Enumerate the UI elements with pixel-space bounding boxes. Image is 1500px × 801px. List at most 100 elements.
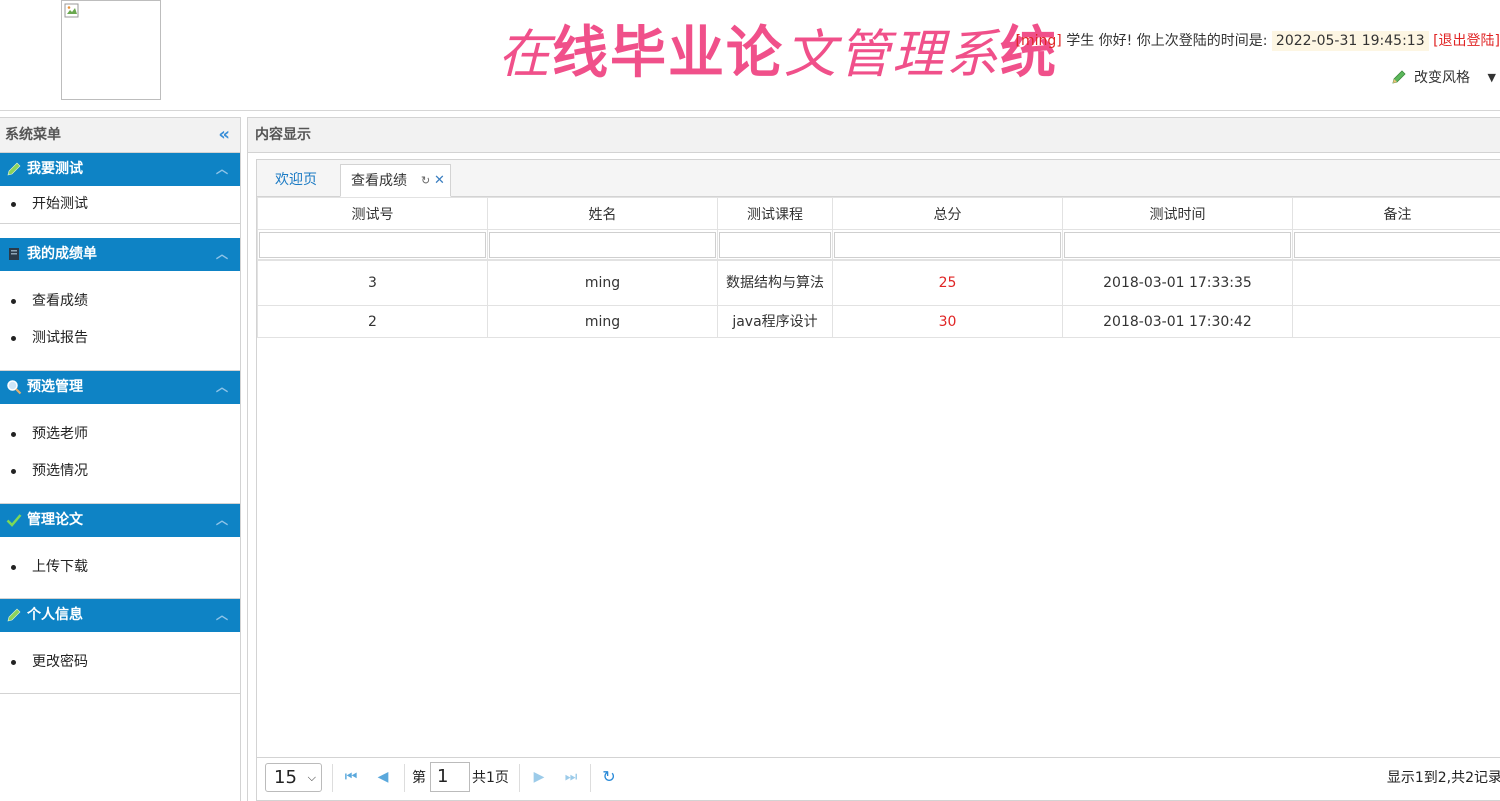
- tab-bar: 欢迎页 查看成绩 ↻ ✕: [257, 160, 1500, 197]
- menu-group-label: 个人信息: [27, 607, 83, 623]
- page-size-value: 15: [274, 767, 297, 788]
- column-header[interactable]: 姓名: [487, 197, 718, 230]
- menu-list: 查看成绩 测试报告: [0, 271, 240, 371]
- menu-group-thesis[interactable]: 管理论文 ︿: [0, 504, 240, 537]
- page-total: 共1页: [472, 770, 509, 786]
- column-header[interactable]: 总分: [832, 197, 1063, 230]
- chevron-down-icon: ⌵: [307, 771, 316, 784]
- pager-divider: [519, 764, 520, 792]
- filter-input[interactable]: [489, 231, 716, 258]
- menu-item-start-test[interactable]: 开始测试: [0, 186, 240, 223]
- menu-group-preselect[interactable]: 预选管理 ︿: [0, 371, 240, 404]
- tab-view-scores[interactable]: 查看成绩 ↻ ✕: [340, 164, 451, 197]
- caret-down-icon: ▼: [1487, 71, 1496, 84]
- chevron-up-icon[interactable]: ︿: [216, 238, 228, 271]
- cell-course: java程序设计: [717, 305, 833, 338]
- pager-divider: [590, 764, 591, 792]
- menu-item-view-scores[interactable]: 查看成绩: [0, 283, 240, 320]
- check-icon: [6, 514, 22, 527]
- user-name: [ming]: [1015, 33, 1062, 49]
- table-row[interactable]: 3 ming 数据结构与算法 25 2018-03-01 17:33:35: [257, 260, 1500, 306]
- filter-input[interactable]: [719, 231, 831, 258]
- content-title: 内容显示: [248, 117, 1500, 153]
- column-header[interactable]: 测试号: [257, 197, 488, 230]
- pager-divider: [404, 764, 405, 792]
- pager-divider: [332, 764, 333, 792]
- tab-welcome[interactable]: 欢迎页: [265, 164, 327, 197]
- menu-group-label: 预选管理: [27, 379, 83, 395]
- menu-group-scores[interactable]: 我的成绩单 ︿: [0, 238, 240, 271]
- filter-input[interactable]: [1294, 231, 1500, 258]
- chevron-up-icon[interactable]: ︿: [216, 504, 228, 537]
- pencil-icon: [7, 608, 21, 622]
- user-bar: [ming] 学生 你好! 你上次登陆的时间是: 2022-05-31 19:4…: [1016, 30, 1500, 54]
- menu-group-label: 我要测试: [27, 161, 83, 177]
- menu-group-test[interactable]: 我要测试 ︿: [0, 153, 240, 186]
- filter-row: [257, 229, 1500, 260]
- filter-input[interactable]: [1064, 231, 1291, 258]
- last-login-time: 2022-05-31 19:45:13: [1271, 31, 1429, 51]
- menu-list: 开始测试: [0, 186, 240, 224]
- menu-item-preselect-teacher[interactable]: 预选老师: [0, 416, 240, 453]
- site-title-part: 文管理系: [784, 25, 1001, 85]
- cell-test-id: 2: [257, 305, 488, 338]
- page-number-input[interactable]: 1: [430, 762, 470, 792]
- pagination-bar: 15 ⌵ ⏮ ◀ 第 1 共1页 ▶ ⏭ ↻ 显示1到2,共2记录: [257, 757, 1500, 797]
- reload-icon[interactable]: ↻: [421, 165, 430, 197]
- tab-label: 查看成绩: [351, 173, 407, 189]
- pencil-icon: [7, 162, 21, 176]
- first-page-icon[interactable]: ⏮: [342, 766, 360, 788]
- page-size-select[interactable]: 15 ⌵: [265, 763, 322, 792]
- pager-info: 显示1到2,共2记录: [1386, 770, 1500, 786]
- menu-item-upload-download[interactable]: 上传下载: [0, 549, 240, 586]
- menu-group-profile[interactable]: 个人信息 ︿: [0, 599, 240, 632]
- filter-input[interactable]: [834, 231, 1061, 258]
- cell-name: ming: [487, 260, 718, 306]
- site-title: 在线毕业论文管理系统: [498, 18, 1058, 90]
- sidebar-title: 系统菜单: [5, 127, 61, 143]
- last-page-icon[interactable]: ⏭: [562, 766, 580, 788]
- collapse-icon[interactable]: «: [218, 118, 230, 152]
- prev-page-icon[interactable]: ◀: [374, 766, 392, 788]
- menu-list: 预选老师 预选情况: [0, 404, 240, 504]
- pencil-icon: [1392, 70, 1406, 84]
- cell-score: 25: [832, 260, 1063, 306]
- refresh-icon[interactable]: ↻: [600, 766, 618, 788]
- column-header[interactable]: 备注: [1292, 197, 1500, 230]
- filter-input[interactable]: [259, 231, 486, 258]
- logout-link[interactable]: [退出登陆]: [1433, 33, 1500, 49]
- close-icon[interactable]: ✕: [434, 165, 445, 197]
- cell-time: 2018-03-01 17:33:35: [1062, 260, 1293, 306]
- logo-image: [61, 0, 161, 100]
- cell-course: 数据结构与算法: [717, 260, 833, 306]
- chevron-up-icon[interactable]: ︿: [216, 371, 228, 404]
- page-prefix: 第: [412, 770, 426, 786]
- sidebar: 系统菜单 « 我要测试 ︿ 开始测试 我的成绩单 ︿ 查看成绩 测试报告 预选管…: [0, 117, 241, 801]
- chevron-up-icon[interactable]: ︿: [216, 153, 228, 186]
- column-header[interactable]: 测试课程: [717, 197, 833, 230]
- table-row[interactable]: 2 ming java程序设计 30 2018-03-01 17:30:42: [257, 305, 1500, 338]
- menu-group-label: 我的成绩单: [27, 246, 97, 262]
- cell-remark: [1292, 305, 1500, 338]
- cell-test-id: 3: [257, 260, 488, 306]
- chevron-up-icon[interactable]: ︿: [216, 599, 228, 632]
- sidebar-header: 系统菜单 «: [0, 117, 240, 153]
- cell-score: 30: [832, 305, 1063, 338]
- menu-item-change-password[interactable]: 更改密码: [0, 644, 240, 681]
- column-header[interactable]: 测试时间: [1062, 197, 1293, 230]
- greeting-text: 学生 你好! 你上次登陆的时间是:: [1061, 33, 1272, 49]
- header: 在线毕业论文管理系统 [ming] 学生 你好! 你上次登陆的时间是: 2022…: [0, 0, 1500, 111]
- change-style-menu[interactable]: 改变风格 ▼: [1390, 66, 1500, 90]
- content-panel: 内容显示 欢迎页 查看成绩 ↻ ✕ 测试号 姓名 测试课程 总分 测试时间 备注: [247, 117, 1500, 801]
- cell-remark: [1292, 260, 1500, 306]
- scores-table: 测试号 姓名 测试课程 总分 测试时间 备注 3 ming 数据结构与算法 25…: [257, 197, 1500, 338]
- change-style-label: 改变风格: [1414, 70, 1470, 86]
- menu-item-test-report[interactable]: 测试报告: [0, 320, 240, 357]
- cell-time: 2018-03-01 17:30:42: [1062, 305, 1293, 338]
- tabs-container: 欢迎页 查看成绩 ↻ ✕ 测试号 姓名 测试课程 总分 测试时间 备注 3 mi…: [256, 159, 1500, 801]
- menu-group-label: 管理论文: [27, 512, 83, 528]
- next-page-icon[interactable]: ▶: [530, 766, 548, 788]
- menu-item-preselect-status[interactable]: 预选情况: [0, 453, 240, 490]
- menu-list: 更改密码: [0, 632, 240, 694]
- cell-name: ming: [487, 305, 718, 338]
